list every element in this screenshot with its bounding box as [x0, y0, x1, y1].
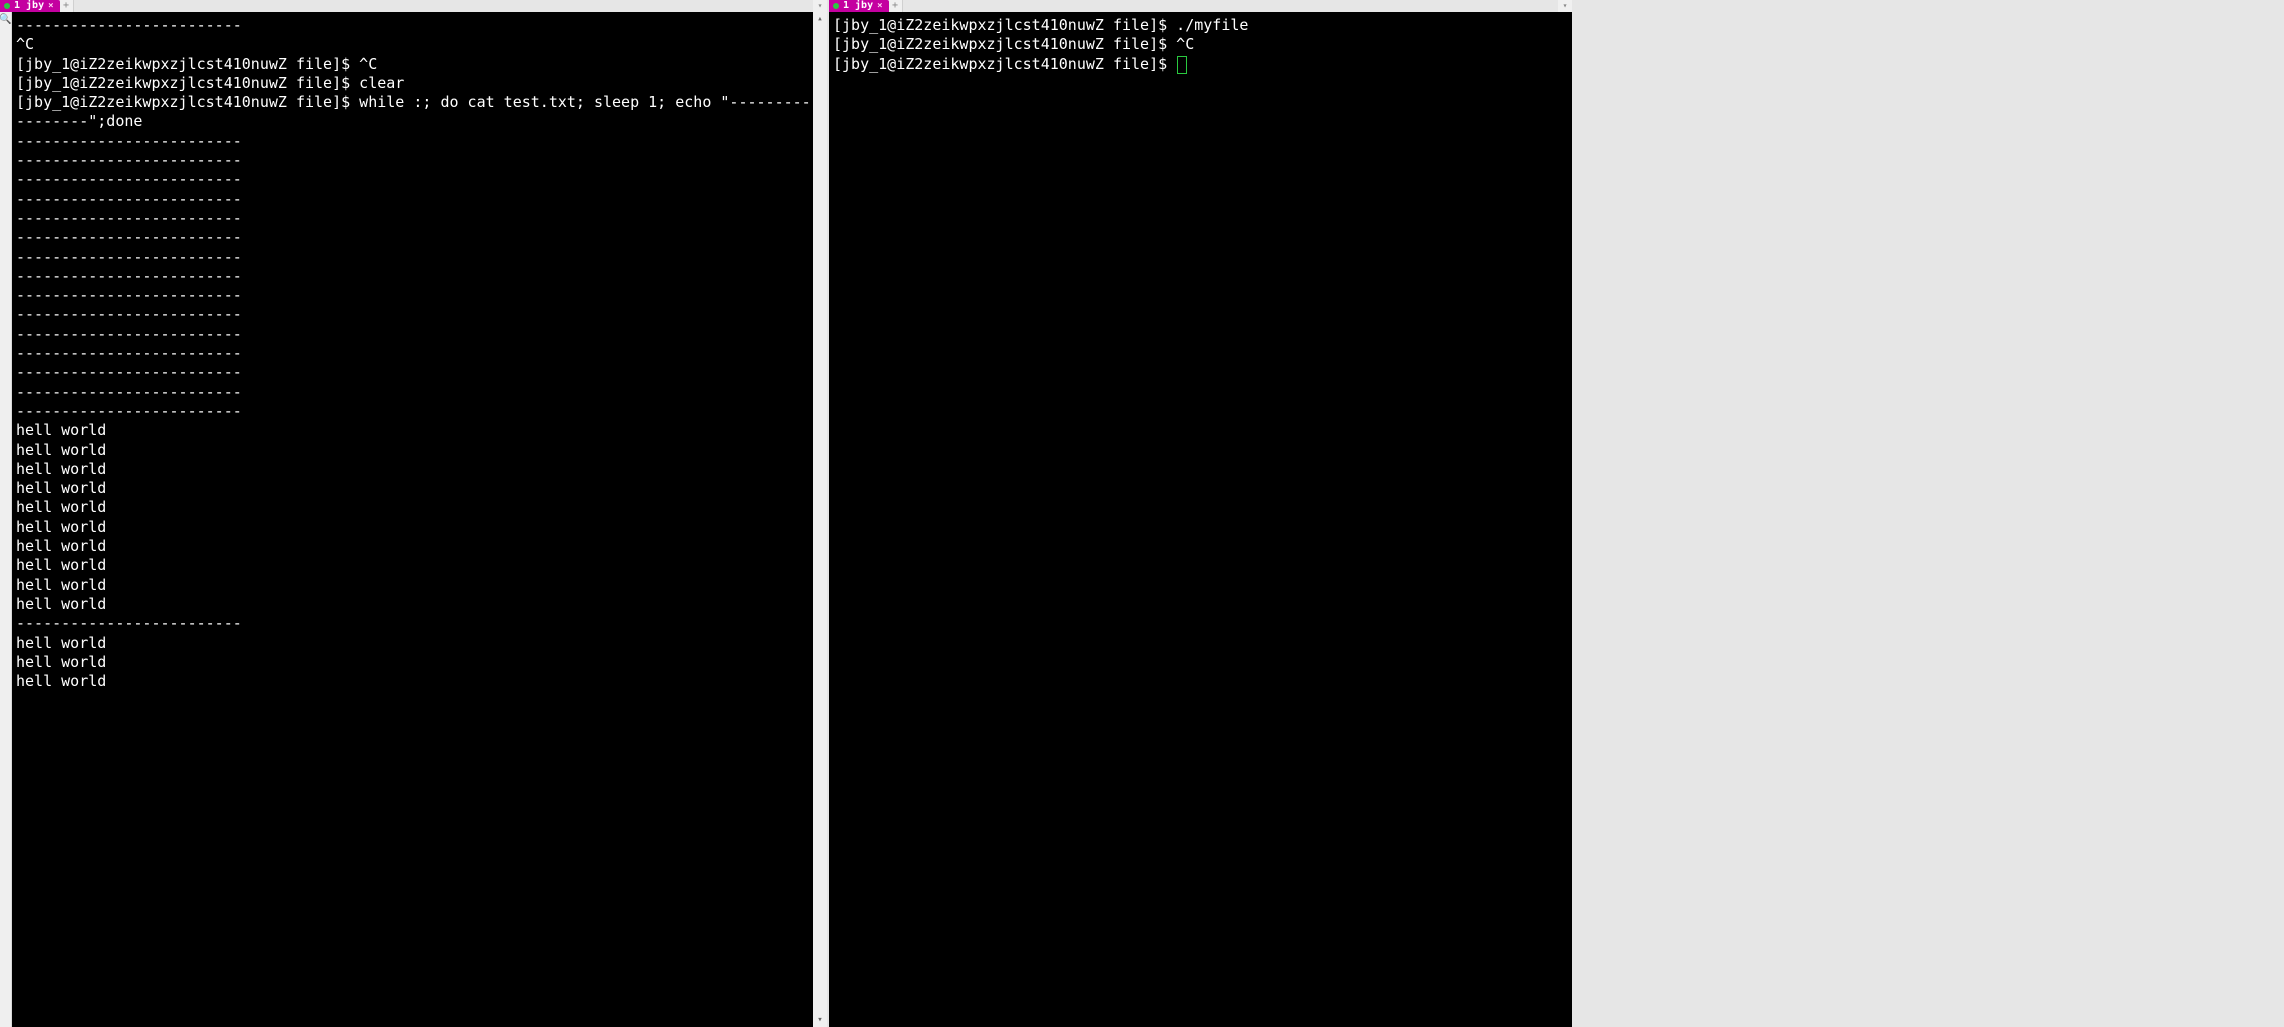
tab-menu-button[interactable]: ▾ — [813, 0, 827, 12]
search-icon[interactable]: 🔍 — [0, 14, 12, 25]
empty-area — [1572, 0, 2284, 1027]
scroll-down-icon[interactable]: ▾ — [813, 1013, 827, 1027]
left-tab-title: 1 jby — [14, 0, 44, 12]
left-terminal[interactable]: ------------------------- ^C [jby_1@iZ2z… — [12, 12, 827, 1027]
left-gutter: 🔍 — [0, 12, 12, 1027]
tab-spacer — [903, 0, 1558, 12]
left-pane: 1 jby × + ▾ 🔍 ------------------------- … — [0, 0, 827, 1027]
close-tab-icon[interactable]: × — [877, 0, 882, 12]
scroll-up-icon[interactable]: ▴ — [813, 12, 827, 26]
right-terminal[interactable]: [jby_1@iZ2zeikwpxzjlcst410nuwZ file]$ ./… — [829, 12, 1572, 1027]
new-tab-button[interactable]: + — [889, 0, 903, 12]
left-tab[interactable]: 1 jby × — [0, 0, 60, 12]
running-indicator-icon — [833, 3, 839, 9]
left-tabbar: 1 jby × + ▾ — [0, 0, 827, 12]
tab-menu-button[interactable]: ▾ — [1558, 0, 1572, 12]
tab-spacer — [74, 0, 813, 12]
right-tab[interactable]: 1 jby × — [829, 0, 889, 12]
terminal-cursor — [1178, 57, 1186, 73]
right-pane: 1 jby × + ▾ [jby_1@iZ2zeikwpxzjlcst410nu… — [829, 0, 1572, 1027]
right-tab-title: 1 jby — [843, 0, 873, 12]
close-tab-icon[interactable]: × — [48, 0, 53, 12]
running-indicator-icon — [4, 3, 10, 9]
left-scrollbar[interactable]: ▴ ▾ — [813, 12, 827, 1027]
new-tab-button[interactable]: + — [60, 0, 74, 12]
workspace: 1 jby × + ▾ 🔍 ------------------------- … — [0, 0, 2284, 1027]
right-tabbar: 1 jby × + ▾ — [829, 0, 1572, 12]
